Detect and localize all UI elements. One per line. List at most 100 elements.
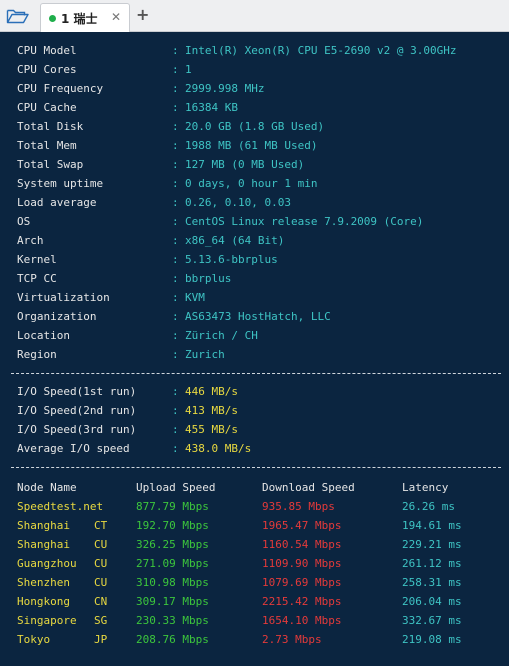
io-value: 446 MB/s bbox=[185, 385, 238, 398]
download-speed: 2.73 Mbps bbox=[262, 633, 322, 646]
download-speed: 1160.54 Mbps bbox=[262, 538, 342, 551]
info-key: Load average bbox=[17, 196, 97, 209]
info-colon: : bbox=[172, 82, 179, 95]
info-key: CPU Frequency bbox=[17, 82, 104, 95]
info-key: Total Disk bbox=[17, 120, 84, 133]
info-value: bbrplus bbox=[185, 272, 232, 285]
info-key: Organization bbox=[17, 310, 97, 323]
node-isp: SG bbox=[94, 614, 108, 627]
info-colon: : bbox=[172, 272, 179, 285]
info-colon: : bbox=[172, 101, 179, 114]
latency: 206.04 ms bbox=[402, 595, 462, 608]
node-isp: CN bbox=[94, 595, 108, 608]
upload-speed: 309.17 Mbps bbox=[136, 595, 209, 608]
info-value: KVM bbox=[185, 291, 205, 304]
info-colon: : bbox=[172, 120, 179, 133]
upload-speed: 877.79 Mbps bbox=[136, 500, 209, 513]
latency: 194.61 ms bbox=[402, 519, 462, 532]
node-name: Hongkong bbox=[17, 595, 70, 608]
info-colon: : bbox=[172, 139, 179, 152]
info-colon: : bbox=[172, 348, 179, 361]
info-colon: : bbox=[172, 234, 179, 247]
tab-label: 1 瑞士 bbox=[61, 12, 98, 26]
latency: 258.31 ms bbox=[402, 576, 462, 589]
info-value: 1988 MB (61 MB Used) bbox=[185, 139, 318, 152]
download-speed: 935.85 Mbps bbox=[262, 500, 335, 513]
io-value: 413 MB/s bbox=[185, 404, 238, 417]
info-key: Region bbox=[17, 348, 57, 361]
info-colon: : bbox=[172, 215, 179, 228]
info-key: Arch bbox=[17, 234, 44, 247]
download-speed: 1965.47 Mbps bbox=[262, 519, 342, 532]
close-tab-icon[interactable]: ✕ bbox=[111, 10, 121, 24]
info-key: Total Mem bbox=[17, 139, 77, 152]
node-name: Singapore bbox=[17, 614, 77, 627]
info-colon: : bbox=[172, 291, 179, 304]
connected-status-icon bbox=[49, 15, 56, 22]
info-value: 5.13.6-bbrplus bbox=[185, 253, 278, 266]
info-value: CentOS Linux release 7.9.2009 (Core) bbox=[185, 215, 424, 228]
io-key: I/O Speed(2nd run) bbox=[17, 404, 137, 417]
node-name: Shenzhen bbox=[17, 576, 70, 589]
info-key: Location bbox=[17, 329, 70, 342]
session-tab[interactable]: 1 瑞士 ✕ bbox=[40, 3, 130, 32]
divider bbox=[11, 467, 501, 468]
col-upload: Upload Speed bbox=[136, 481, 216, 494]
upload-speed: 271.09 Mbps bbox=[136, 557, 209, 570]
info-key: Total Swap bbox=[17, 158, 84, 171]
node-isp: CU bbox=[94, 538, 108, 551]
divider bbox=[11, 373, 501, 374]
latency: 26.26 ms bbox=[402, 500, 455, 513]
info-colon: : bbox=[172, 196, 179, 209]
io-key: Average I/O speed bbox=[17, 442, 130, 455]
io-value: 438.0 MB/s bbox=[185, 442, 252, 455]
download-speed: 2215.42 Mbps bbox=[262, 595, 342, 608]
folder-open-icon[interactable] bbox=[6, 7, 30, 25]
io-colon: : bbox=[172, 423, 179, 436]
info-colon: : bbox=[172, 253, 179, 266]
info-value: AS63473 HostHatch, LLC bbox=[185, 310, 331, 323]
info-key: CPU Cores bbox=[17, 63, 77, 76]
latency: 261.12 ms bbox=[402, 557, 462, 570]
latency: 229.21 ms bbox=[402, 538, 462, 551]
latency: 219.08 ms bbox=[402, 633, 462, 646]
upload-speed: 208.76 Mbps bbox=[136, 633, 209, 646]
node-isp: JP bbox=[94, 633, 108, 646]
upload-speed: 310.98 Mbps bbox=[136, 576, 209, 589]
info-value: 0 days, 0 hour 1 min bbox=[185, 177, 318, 190]
io-colon: : bbox=[172, 385, 179, 398]
info-key: OS bbox=[17, 215, 31, 228]
info-key: TCP CC bbox=[17, 272, 57, 285]
info-colon: : bbox=[172, 63, 179, 76]
upload-speed: 192.70 Mbps bbox=[136, 519, 209, 532]
upload-speed: 230.33 Mbps bbox=[136, 614, 209, 627]
node-isp: CU bbox=[94, 557, 108, 570]
info-value: 2999.998 MHz bbox=[185, 82, 265, 95]
info-value: Intel(R) Xeon(R) CPU E5-2690 v2 @ 3.00GH… bbox=[185, 44, 457, 57]
node-name: Shanghai bbox=[17, 538, 70, 551]
download-speed: 1654.10 Mbps bbox=[262, 614, 342, 627]
new-tab-button[interactable]: + bbox=[136, 5, 149, 24]
node-isp: CU bbox=[94, 576, 108, 589]
io-key: I/O Speed(1st run) bbox=[17, 385, 137, 398]
node-name: Guangzhou bbox=[17, 557, 77, 570]
info-value: 20.0 GB (1.8 GB Used) bbox=[185, 120, 325, 133]
info-key: CPU Model bbox=[17, 44, 77, 57]
latency: 332.67 ms bbox=[402, 614, 462, 627]
node-name: Speedtest.net bbox=[17, 500, 104, 513]
info-value: x86_64 (64 Bit) bbox=[185, 234, 285, 247]
info-value: 0.26, 0.10, 0.03 bbox=[185, 196, 291, 209]
info-key: Virtualization bbox=[17, 291, 110, 304]
node-name: Tokyo bbox=[17, 633, 51, 646]
tab-bar: 1 瑞士 ✕ + bbox=[0, 0, 509, 32]
info-value: Zurich bbox=[185, 348, 225, 361]
info-colon: : bbox=[172, 177, 179, 190]
info-value: 16384 KB bbox=[185, 101, 238, 114]
io-colon: : bbox=[172, 404, 179, 417]
node-name: Shanghai bbox=[17, 519, 70, 532]
col-download: Download Speed bbox=[262, 481, 355, 494]
upload-speed: 326.25 Mbps bbox=[136, 538, 209, 551]
io-colon: : bbox=[172, 442, 179, 455]
col-latency: Latency bbox=[402, 481, 449, 494]
col-node-name: Node Name bbox=[17, 481, 77, 494]
